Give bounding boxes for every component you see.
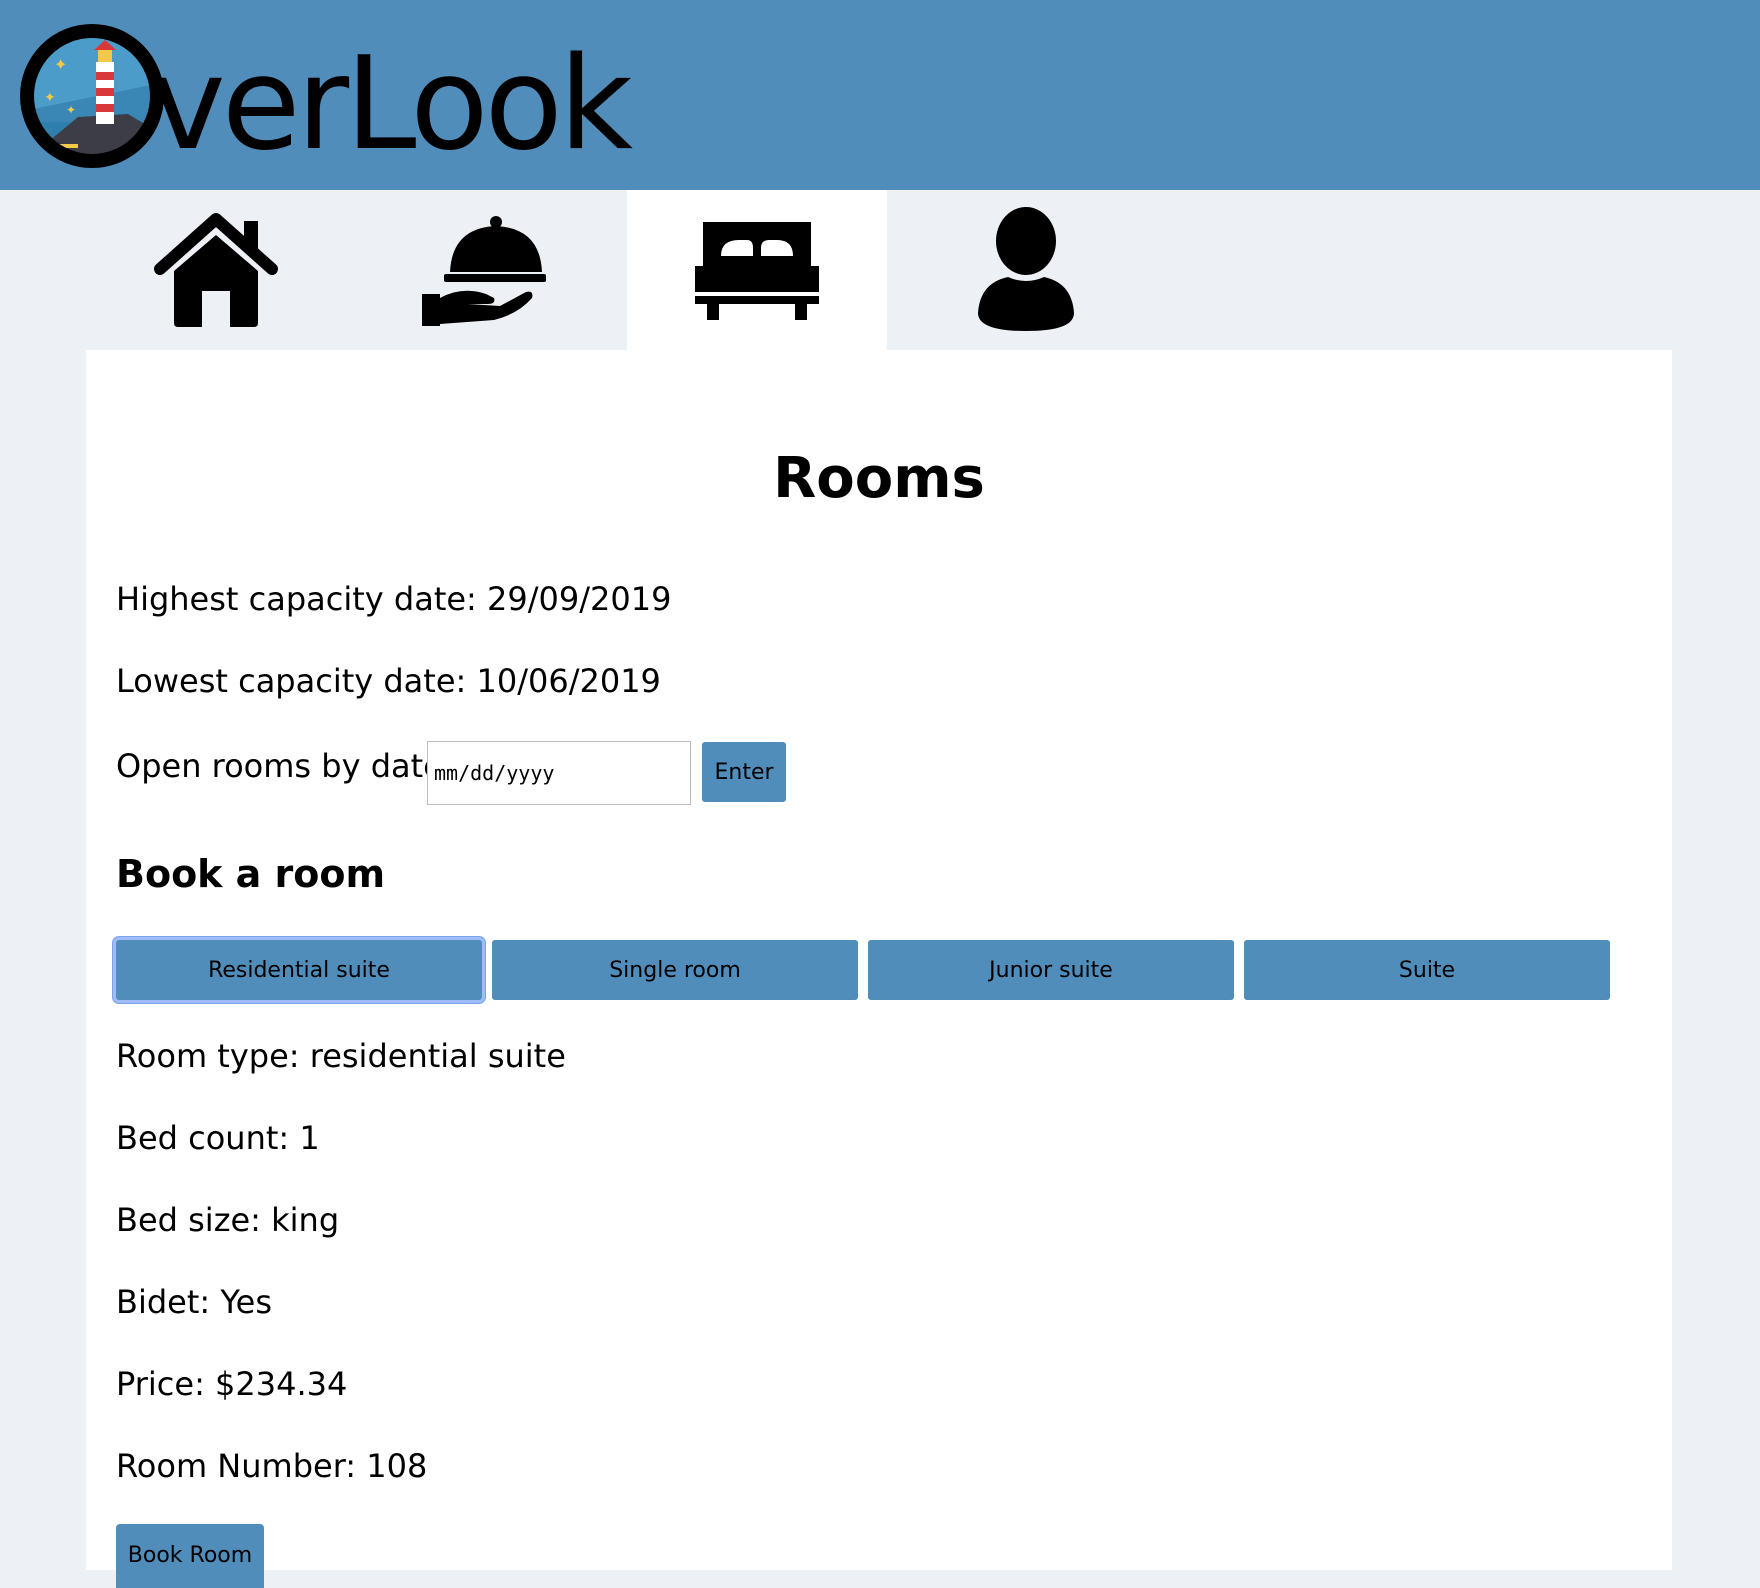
tab-rooms[interactable] [627,190,887,350]
room-number-detail: Room Number: 108 [116,1447,428,1485]
page-title: Rooms [773,446,985,511]
date-input[interactable] [427,741,691,805]
svg-text:✦: ✦ [54,55,67,74]
room-service-icon [422,216,546,326]
tab-profile[interactable] [896,190,1156,350]
svg-text:✦: ✦ [44,90,56,106]
svg-text:✦: ✦ [66,103,76,117]
enter-button[interactable]: Enter [702,742,786,802]
lighthouse-logo-icon: ✦ ✦ ✦ [20,24,164,168]
open-rooms-label: Open rooms by date: [116,747,454,785]
tab-home[interactable] [86,190,346,350]
highest-capacity-date: Highest capacity date: 29/09/2019 [116,580,672,618]
app-header: ✦ ✦ ✦ verLook [0,0,1760,190]
bed-count-detail: Bed count: 1 [116,1119,320,1157]
bed-icon [695,222,819,320]
room-type-detail: Room type: residential suite [116,1037,566,1075]
home-icon [154,213,278,327]
suite-button[interactable]: Suite [1244,940,1610,1000]
main-nav [86,190,1086,350]
bidet-detail: Bidet: Yes [116,1283,272,1321]
price-detail: Price: $234.34 [116,1365,348,1403]
lowest-capacity-date: Lowest capacity date: 10/06/2019 [116,662,661,700]
bed-size-detail: Bed size: king [116,1201,340,1239]
room-type-tabs: Residential suite Single room Junior sui… [116,940,1610,1000]
tab-room-service[interactable] [354,190,614,350]
residential-suite-button[interactable]: Residential suite [116,940,482,1000]
single-room-button[interactable]: Single room [492,940,858,1000]
rooms-panel: Rooms Highest capacity date: 29/09/2019 … [86,350,1672,1588]
app-logo-text: verLook [150,30,633,179]
user-icon [978,207,1074,331]
book-room-heading: Book a room [116,852,386,896]
book-room-button[interactable]: Book Room [116,1524,264,1588]
junior-suite-button[interactable]: Junior suite [868,940,1234,1000]
